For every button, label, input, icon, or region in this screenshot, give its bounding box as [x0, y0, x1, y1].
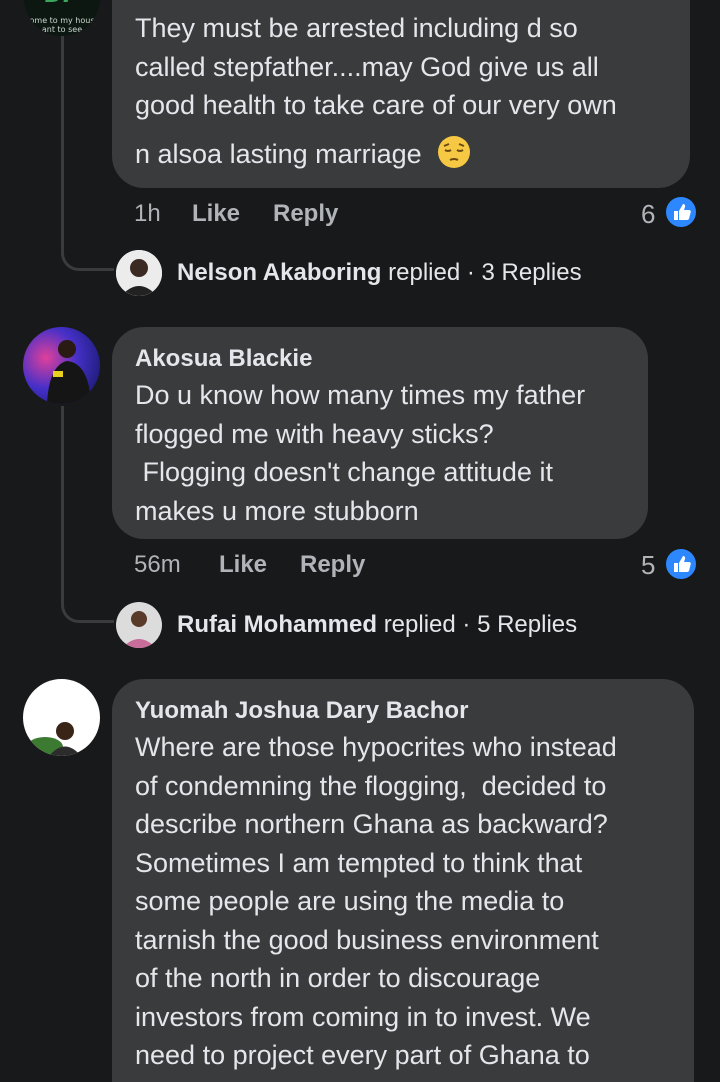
- reply-button[interactable]: Reply: [300, 551, 365, 579]
- reaction-count[interactable]: 6: [641, 199, 655, 230]
- comment-text: They must be arrested including d so cal…: [135, 9, 617, 179]
- view-replies-link[interactable]: Rufai Mohammed replied · 5 Replies: [177, 611, 577, 639]
- reply-button[interactable]: Reply: [273, 200, 338, 228]
- comment-text: Where are those hypocrites who instead o…: [135, 732, 617, 1070]
- like-reaction-icon[interactable]: [664, 547, 698, 581]
- commenter-avatar[interactable]: [23, 327, 100, 404]
- reply-count[interactable]: 3 Replies: [482, 259, 582, 286]
- reply-author-name[interactable]: Rufai Mohammed: [177, 611, 377, 638]
- view-replies-link[interactable]: Nelson Akaboring replied · 3 Replies: [177, 259, 582, 287]
- reply-author-avatar[interactable]: [116, 602, 162, 648]
- comment-timestamp[interactable]: 56m: [134, 551, 181, 579]
- reply-author-name[interactable]: Nelson Akaboring: [177, 259, 381, 286]
- reply-count[interactable]: 5 Replies: [477, 611, 577, 638]
- reaction-count[interactable]: 5: [641, 550, 655, 581]
- reply-author-avatar[interactable]: [116, 250, 162, 296]
- like-button[interactable]: Like: [192, 200, 240, 228]
- commenter-avatar[interactable]: DP ome to my hous ant to see: [24, 0, 100, 36]
- like-button[interactable]: Like: [219, 551, 267, 579]
- thread-connector-curve: [61, 230, 114, 271]
- comment-text: Do u know how many times my father flogg…: [135, 380, 586, 526]
- pensive-face-icon: [437, 135, 471, 180]
- commenter-avatar[interactable]: [23, 679, 100, 756]
- avatar-caption: ome to my hous ant to see: [29, 16, 95, 34]
- comment-timestamp[interactable]: 1h: [134, 200, 161, 228]
- comment-author[interactable]: Akosua Blackie: [135, 345, 312, 373]
- like-reaction-icon[interactable]: [664, 195, 698, 229]
- thread-connector: [61, 406, 64, 588]
- comment-author[interactable]: Yuomah Joshua Dary Bachor: [135, 697, 468, 725]
- thread-connector: [61, 36, 64, 236]
- svg-text:DP: DP: [45, 0, 79, 8]
- thread-connector-curve: [61, 582, 114, 623]
